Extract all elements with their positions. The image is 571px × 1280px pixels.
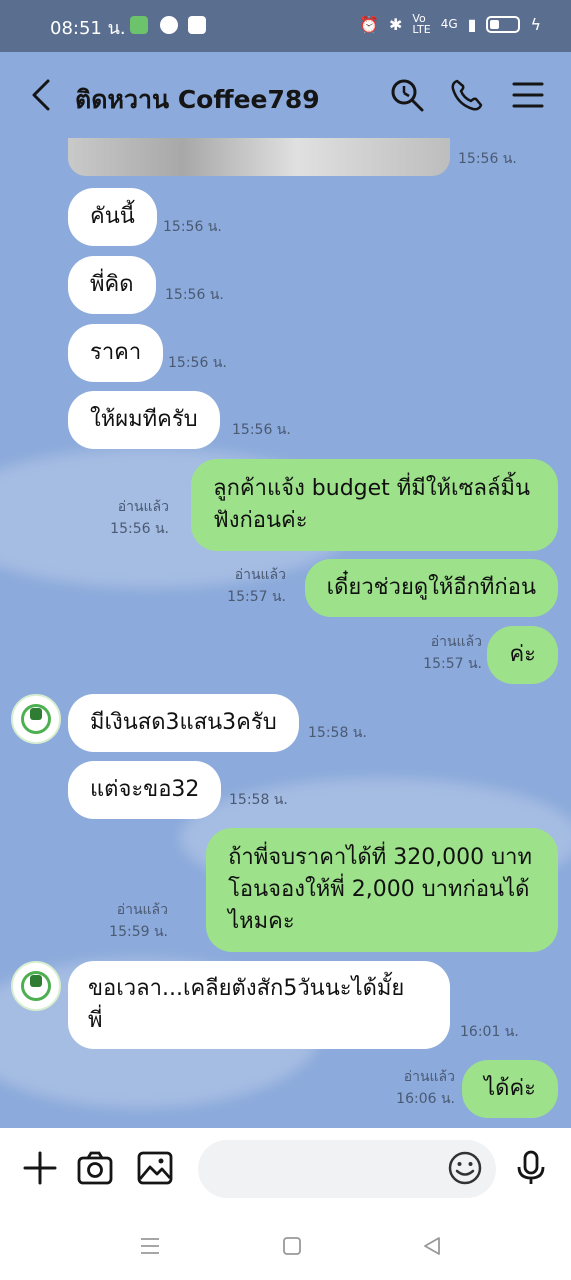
- read-receipt: อ่านแล้ว: [116, 902, 168, 918]
- search-icon[interactable]: [388, 76, 426, 114]
- outgoing-message[interactable]: ได้ค่ะ: [462, 1060, 558, 1118]
- message-input-bar: [0, 1128, 571, 1210]
- message-time: 15:58 น.: [229, 792, 288, 808]
- message-line: ขอเวลา...เคลียตังสัก5วันนะได้มั้ย: [88, 976, 405, 1001]
- system-nav-bar: [0, 1210, 571, 1280]
- status-icons: ⏰ ✱ Vo LTE 4G ▮ ϟ: [359, 13, 541, 35]
- network-label: 4G: [440, 17, 458, 31]
- incoming-message[interactable]: คันนี้: [68, 188, 157, 246]
- phone-icon[interactable]: [448, 76, 486, 114]
- incoming-message[interactable]: แต่จะขอ32: [68, 761, 222, 819]
- battery-icon: [486, 15, 521, 33]
- message-meta: อ่านแล้ว 15:57 น.: [423, 631, 482, 675]
- message-time: 15:57 น.: [227, 589, 286, 605]
- status-time: 08:51 น.: [50, 18, 126, 39]
- message-time: 15:56 น.: [110, 521, 169, 537]
- emoji-icon[interactable]: [447, 1150, 483, 1186]
- message-line: ถ้าพี่จบราคาได้ที่ 320,000 บาท: [228, 845, 532, 870]
- message-meta: อ่านแล้ว 16:06 น.: [396, 1066, 455, 1110]
- read-receipt: อ่านแล้ว: [403, 1069, 455, 1085]
- message-line: พี่: [88, 1008, 103, 1033]
- incoming-message[interactable]: ให้ผมทีครับ: [68, 391, 220, 449]
- message-time: 15:56 น.: [232, 422, 291, 438]
- contact-avatar[interactable]: [11, 961, 61, 1011]
- recents-menu-icon[interactable]: [138, 1234, 162, 1258]
- incoming-message[interactable]: ราคา: [68, 324, 164, 382]
- signal-icon: ▮: [467, 14, 477, 34]
- read-receipt: อ่านแล้ว: [117, 499, 169, 515]
- message-time: 15:56 น.: [458, 151, 517, 167]
- charging-icon: ϟ: [530, 14, 541, 34]
- message-time: 15:56 น.: [163, 219, 222, 235]
- image-icon[interactable]: [137, 1150, 173, 1186]
- message-time: 15:59 น.: [109, 924, 168, 940]
- status-bar: 08:51 น. ⏰ ✱ Vo LTE 4G ▮ ϟ: [0, 0, 571, 52]
- outgoing-message[interactable]: ถ้าพี่จบราคาได้ที่ 320,000 บาท โอนจองให้…: [206, 828, 558, 952]
- volte-icon: Vo LTE: [412, 12, 431, 36]
- message-time: 15:56 น.: [168, 355, 227, 371]
- message-meta: อ่านแล้ว 15:56 น.: [110, 496, 169, 540]
- outgoing-message[interactable]: ลูกค้าแจ้ง budget ที่มีให้เซลล์มิ้น ฟังก…: [191, 459, 558, 551]
- message-line: โอนจองให้พี่ 2,000 บาทก่อนได้: [228, 877, 530, 902]
- message-line: ฟังก่อนค่ะ: [213, 508, 308, 533]
- outgoing-message[interactable]: เดี๋ยวช่วยดูให้อีกทีก่อน: [304, 559, 558, 617]
- camera-icon[interactable]: [77, 1150, 113, 1186]
- alarm-icon: ⏰: [359, 14, 379, 34]
- line-app-icon: [130, 16, 148, 34]
- message-line: ไหมคะ: [228, 909, 295, 934]
- message-time: 15:58 น.: [308, 725, 367, 741]
- chat-header: ติดหวาน Coffee789: [0, 52, 571, 138]
- menu-icon[interactable]: [509, 76, 547, 114]
- message-time: 16:06 น.: [396, 1091, 455, 1107]
- chat-title[interactable]: ติดหวาน Coffee789: [75, 80, 320, 120]
- message-time: 16:01 น.: [460, 1024, 519, 1040]
- chat-bubble-icon: [160, 16, 178, 34]
- read-receipt: อ่านแล้ว: [430, 634, 482, 650]
- message-time: 15:57 น.: [423, 656, 482, 672]
- message-meta: อ่านแล้ว 15:57 น.: [227, 564, 286, 608]
- facebook-icon: [188, 16, 206, 34]
- message-line: ลูกค้าแจ้ง budget ที่มีให้เซลล์มิ้น: [213, 476, 530, 501]
- read-receipt: อ่านแล้ว: [234, 567, 286, 583]
- message-time: 15:56 น.: [165, 287, 224, 303]
- back-icon[interactable]: [28, 78, 56, 112]
- incoming-message[interactable]: มีเงินสด3แสน3ครับ: [68, 694, 299, 752]
- message-meta: อ่านแล้ว 15:59 น.: [109, 899, 168, 943]
- bluetooth-icon: ✱: [388, 14, 403, 34]
- home-icon[interactable]: [280, 1234, 304, 1258]
- incoming-message[interactable]: ขอเวลา...เคลียตังสัก5วันนะได้มั้ย พี่: [68, 961, 450, 1049]
- image-message[interactable]: [68, 138, 450, 176]
- outgoing-message[interactable]: ค่ะ: [487, 626, 558, 684]
- incoming-message[interactable]: พี่คิด: [68, 256, 156, 314]
- microphone-icon[interactable]: [513, 1150, 549, 1186]
- chat-area[interactable]: 15:56 น. คันนี้ 15:56 น. พี่คิด 15:56 น.…: [0, 138, 571, 1128]
- back-nav-icon[interactable]: [420, 1234, 444, 1258]
- plus-icon[interactable]: [22, 1150, 58, 1186]
- contact-avatar[interactable]: [11, 694, 61, 744]
